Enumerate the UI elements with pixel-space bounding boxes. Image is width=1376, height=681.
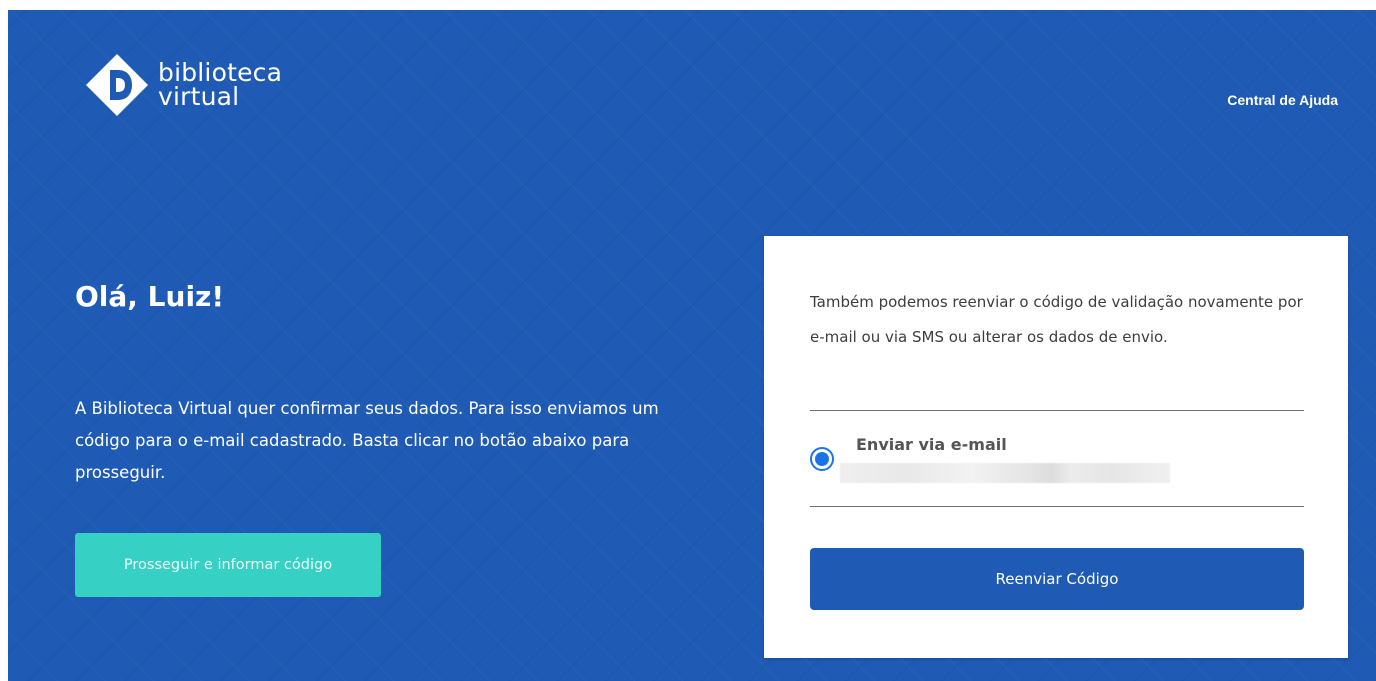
logo[interactable]: biblioteca virtual — [84, 50, 282, 120]
divider-bottom — [810, 506, 1304, 507]
biblioteca-virtual-logo-icon — [86, 54, 148, 116]
resend-code-button[interactable]: Reenviar Código — [810, 548, 1304, 610]
logo-text: biblioteca virtual — [158, 60, 282, 111]
masked-email-value — [840, 463, 1170, 483]
resend-card-text: Também podemos reenviar o código de vali… — [810, 293, 1303, 346]
proceed-enter-code-button[interactable]: Prosseguir e informar código — [75, 533, 381, 597]
divider-top — [810, 410, 1304, 411]
intro-text: A Biblioteca Virtual quer confirmar seus… — [75, 399, 659, 482]
send-via-email-label: Enviar via e-mail — [856, 435, 1007, 454]
send-via-email-option[interactable]: Enviar via e-mail — [810, 432, 1304, 492]
page: biblioteca virtual Central de Ajuda Olá,… — [0, 0, 1376, 681]
resend-card: Também podemos reenviar o código de vali… — [764, 236, 1348, 658]
logo-text-line2: virtual — [158, 82, 240, 111]
help-center-link[interactable]: Central de Ajuda — [1227, 92, 1338, 108]
greeting-title: Olá, Luiz! — [75, 280, 225, 313]
send-via-email-radio[interactable] — [810, 447, 834, 471]
hero-section: biblioteca virtual Central de Ajuda Olá,… — [8, 10, 1376, 681]
